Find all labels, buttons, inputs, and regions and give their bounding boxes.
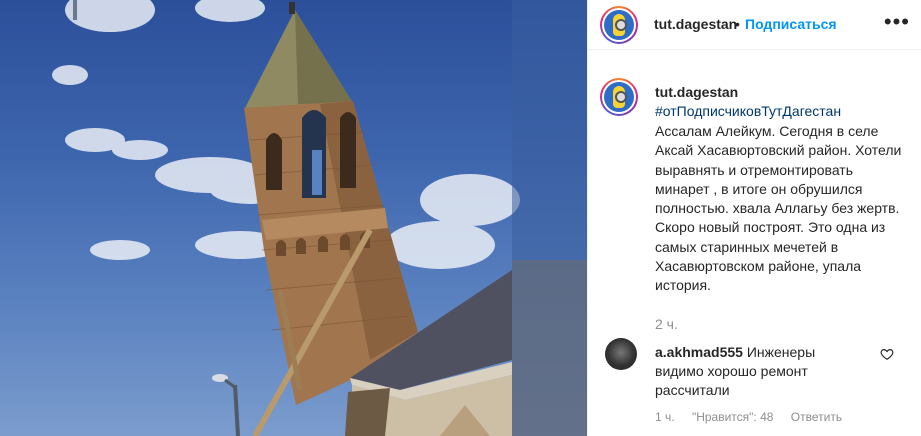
caption-username[interactable]: tut.dagestan (655, 84, 738, 100)
separator-dot: • (735, 16, 740, 32)
author-avatar[interactable] (600, 6, 638, 44)
more-options-icon[interactable]: ••• (884, 9, 910, 35)
heart-icon[interactable] (880, 347, 894, 361)
post-sidebar: tut.dagestan • Подписаться ••• tut.dages… (587, 0, 921, 436)
commenter-avatar[interactable] (605, 338, 637, 370)
instagram-post-view: tut.dagestan • Подписаться ••• tut.dages… (0, 0, 921, 436)
follow-button[interactable]: Подписаться (745, 16, 837, 32)
caption-text: Ассалам Алейкум. Сегодня в селе Аксай Ха… (655, 123, 902, 294)
caption-hashtag[interactable]: #отПодписчиковТутДагестан (655, 103, 841, 119)
caption-timestamp[interactable]: 2 ч. (655, 316, 678, 332)
minaret-photo (52, 0, 587, 436)
comment-body: a.akhmad555 Инженеры видимо хорошо ремон… (655, 343, 855, 400)
comment-meta: 1 ч. "Нравится": 48 Ответить (655, 410, 856, 424)
commenter-username[interactable]: a.akhmad555 (655, 344, 743, 360)
caption-author-avatar[interactable] (600, 78, 638, 116)
comment-timestamp[interactable]: 1 ч. (655, 410, 675, 424)
reply-button[interactable]: Ответить (791, 410, 842, 424)
author-username[interactable]: tut.dagestan (654, 16, 737, 32)
post-header: tut.dagestan • Подписаться ••• (588, 0, 921, 50)
post-media[interactable] (0, 0, 587, 436)
comment-likes[interactable]: "Нравится": 48 (692, 410, 774, 424)
